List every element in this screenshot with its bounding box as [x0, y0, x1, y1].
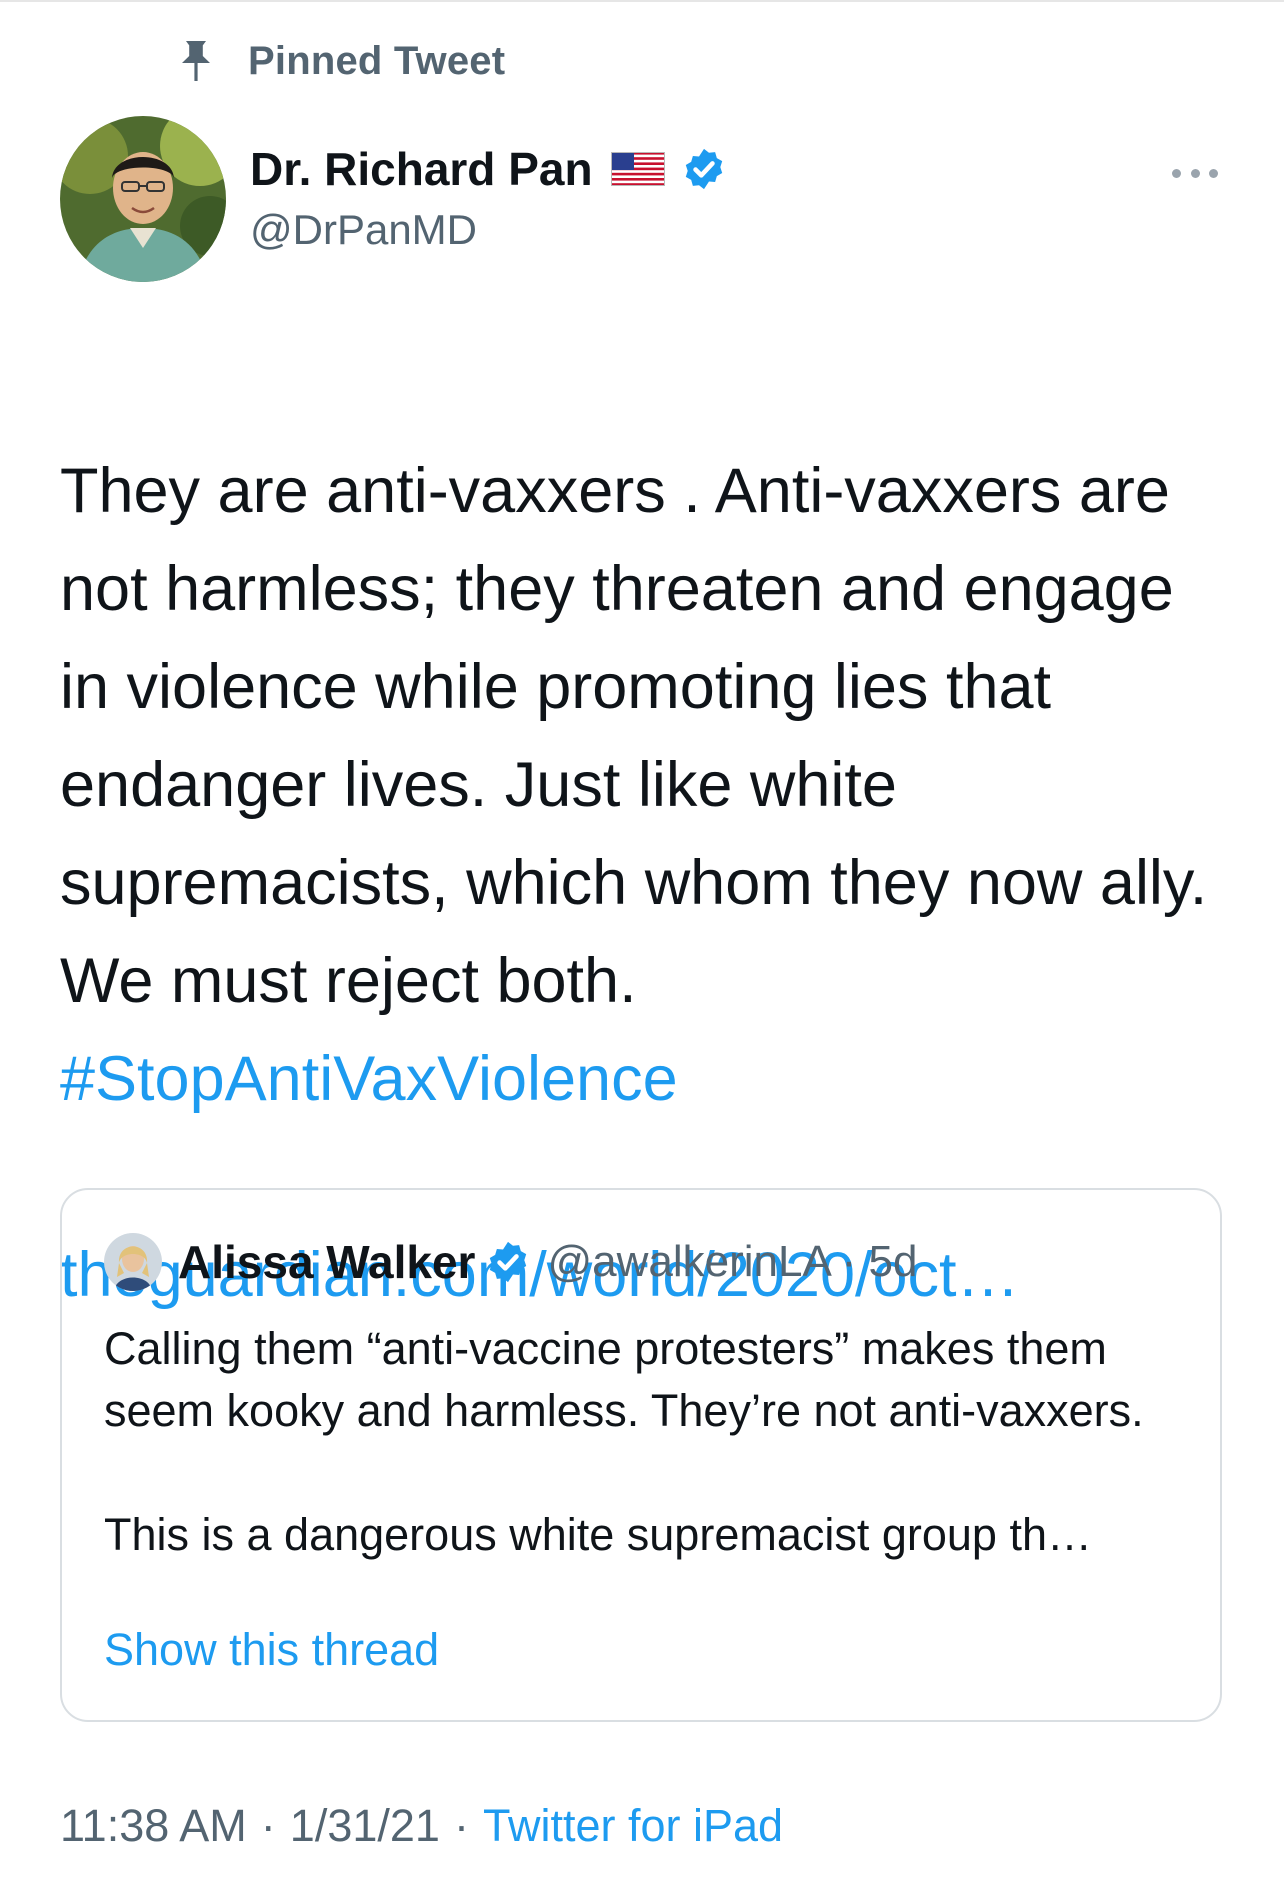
pin-icon	[182, 41, 210, 81]
more-dot	[1209, 168, 1218, 178]
avatar[interactable]	[60, 116, 226, 282]
more-options-icon[interactable]	[1172, 150, 1218, 196]
quoted-tweet-text: Calling them “anti-vaccine protesters” m…	[104, 1318, 1184, 1566]
author-block: Dr. Richard Pan @DrPanMD	[250, 140, 727, 254]
tweet-metadata: 11:38 AM · 1/31/21 · Twitter for iPad	[60, 1800, 783, 1852]
quoted-handle-time: @awalkerinLA · 5d	[547, 1237, 918, 1286]
quoted-tweet-card[interactable]: Alissa Walker @awalkerinLA · 5d Calling …	[60, 1188, 1222, 1722]
show-thread-link[interactable]: Show this thread	[104, 1624, 439, 1676]
meta-separator: ·	[453, 1800, 469, 1851]
top-divider	[0, 0, 1284, 2]
quoted-paragraph: This is a dangerous white supremacist gr…	[104, 1509, 1092, 1560]
verified-badge-icon	[490, 1241, 527, 1283]
verified-badge-icon	[685, 148, 722, 190]
author-handle[interactable]: @DrPanMD	[250, 206, 727, 254]
quoted-paragraph: Calling them “anti-vaccine protesters” m…	[104, 1323, 1144, 1436]
quoted-display-name: Alissa Walker	[178, 1236, 476, 1288]
hashtag-link[interactable]: #StopAntiVaxViolence	[60, 1030, 1240, 1128]
quoted-tweet-header: Alissa Walker @awalkerinLA · 5d	[104, 1230, 917, 1294]
more-dot	[1190, 168, 1200, 178]
pinned-label: Pinned Tweet	[248, 38, 506, 83]
meta-separator: ·	[260, 1800, 276, 1851]
tweet-source-link[interactable]: Twitter for iPad	[483, 1800, 783, 1852]
author-display-name[interactable]: Dr. Richard Pan	[250, 142, 593, 196]
pinned-tweet-header: Pinned Tweet	[172, 36, 505, 86]
more-dot	[1172, 168, 1181, 178]
tweet-text: They are anti-vaxxers . Anti-vaxxers are…	[60, 456, 1208, 1016]
quoted-avatar	[104, 1233, 162, 1291]
tweet-date[interactable]: 1/31/21	[290, 1800, 440, 1852]
author-name-row: Dr. Richard Pan	[250, 140, 727, 198]
us-flag-icon	[610, 152, 665, 186]
tweet-time[interactable]: 11:38 AM	[60, 1800, 247, 1852]
